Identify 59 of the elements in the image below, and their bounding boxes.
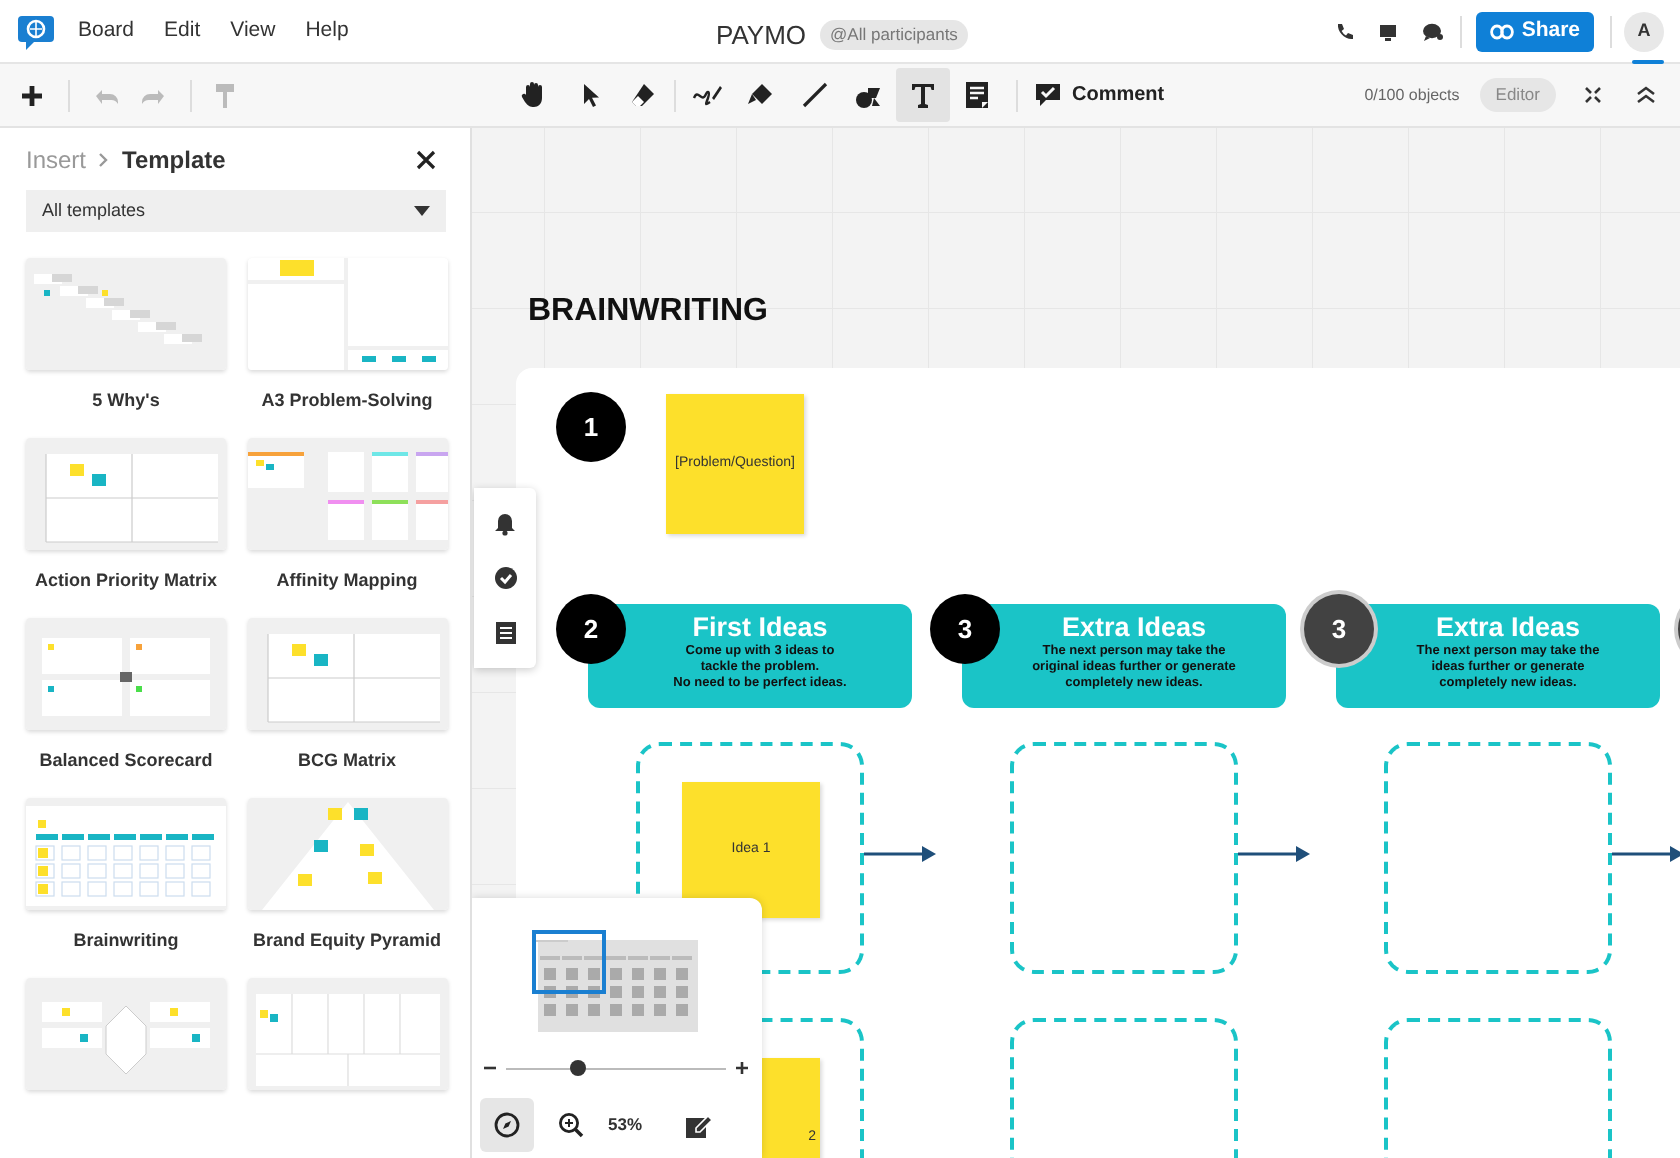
collapse-icon[interactable]: [1636, 86, 1656, 104]
step-number: 3: [1304, 594, 1374, 664]
template-label: Balanced Scorecard: [37, 748, 215, 772]
menu-item[interactable]: Edit: [164, 15, 201, 47]
caret-icon: [414, 206, 430, 217]
chat-icon[interactable]: [1421, 21, 1444, 41]
eraser-icon: [628, 80, 658, 110]
breadcrumb-current: Template: [122, 144, 226, 179]
template-label: Brand Equity Pyramid: [250, 928, 444, 952]
template-filter-dropdown[interactable]: All templates: [26, 190, 446, 232]
menu-item[interactable]: Help: [305, 15, 349, 47]
arrow-icon: [864, 846, 936, 862]
navigator-button[interactable]: [480, 1098, 534, 1152]
line-icon: [800, 80, 830, 110]
note-icon: [962, 80, 992, 110]
compass-icon: [494, 1112, 520, 1138]
object-count: 0/100 objects: [1364, 83, 1460, 107]
zoom-level[interactable]: 53%: [608, 1112, 643, 1138]
tool-button[interactable]: [896, 68, 950, 122]
arrow-icon: [1238, 846, 1310, 862]
pen-icon: [692, 80, 722, 110]
link-icon: [1489, 23, 1514, 39]
template-label: A3 Problem-Solving: [259, 388, 435, 412]
marker-icon: [746, 80, 776, 110]
round-title: Extra Ideas: [1061, 612, 1207, 644]
text-tool-icon: [908, 80, 938, 110]
comment-button[interactable]: Comment: [1034, 80, 1165, 110]
chevron-right-icon: [98, 152, 111, 169]
close-icon[interactable]: [416, 150, 436, 171]
user-avatar[interactable]: A: [1624, 11, 1664, 51]
list-icon[interactable]: [495, 622, 515, 645]
round-title: First Ideas: [692, 612, 828, 644]
round-title: Extra Ideas: [1435, 612, 1581, 644]
monitor-icon[interactable]: [1377, 21, 1398, 41]
menu-item[interactable]: View: [230, 15, 276, 47]
arrow-icon: [1612, 846, 1680, 862]
zoom-slider-thumb[interactable]: [570, 1060, 587, 1076]
comment-icon: [1034, 82, 1062, 108]
app-logo-icon[interactable]: [16, 13, 56, 49]
share-button[interactable]: Share: [1475, 11, 1594, 51]
template-label: Affinity Mapping: [274, 568, 420, 592]
edit-icon[interactable]: [686, 1113, 715, 1137]
template-label: Brainwriting: [71, 928, 181, 952]
phone-icon[interactable]: [1333, 21, 1354, 41]
zoom-in-plus-icon[interactable]: [734, 1060, 750, 1076]
fullscreen-icon[interactable]: [1584, 86, 1602, 104]
template-label: 5 Why's: [90, 388, 162, 412]
role-badge: Editor: [1479, 78, 1556, 112]
add-icon[interactable]: [20, 83, 44, 107]
participants-badge[interactable]: @All participants: [820, 20, 968, 51]
zoom-icon[interactable]: [558, 1112, 584, 1138]
bell-icon[interactable]: [494, 511, 516, 536]
menu-item[interactable]: Board: [78, 15, 135, 47]
board-heading: BRAINWRITING: [528, 292, 768, 332]
viewport-frame[interactable]: [532, 930, 606, 994]
template-label: Action Priority Matrix: [32, 568, 219, 592]
check-circle-icon[interactable]: [493, 566, 517, 591]
template-label: BCG Matrix: [295, 748, 398, 772]
board-title: PAYMO: [716, 18, 807, 54]
